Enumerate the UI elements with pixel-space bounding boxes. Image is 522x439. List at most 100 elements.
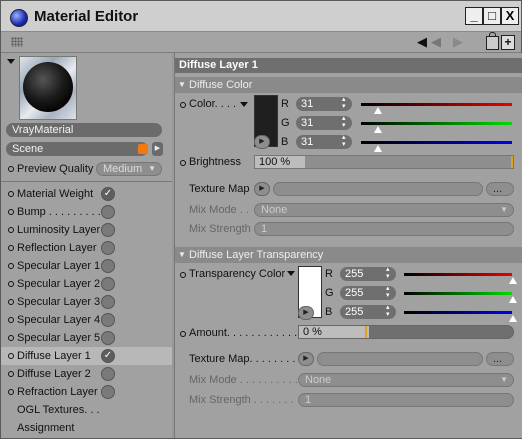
dropdown-arrow-icon: ▼ <box>148 164 156 173</box>
checkbox-icon[interactable] <box>101 385 115 399</box>
channel-row[interactable]: Specular Layer 2 <box>1 275 172 293</box>
transparency-menu-icon[interactable] <box>287 271 295 276</box>
t-r-slider-handle[interactable] <box>509 277 517 284</box>
channel-row[interactable]: Luminosity Layer <box>1 221 172 239</box>
material-preview[interactable] <box>19 56 77 120</box>
texture-map-field[interactable] <box>273 182 483 196</box>
t-r-value-field[interactable]: 255 <box>340 266 396 281</box>
amount-marker <box>365 326 367 338</box>
t-r-slider-track[interactable] <box>404 273 512 276</box>
checkmark-icon[interactable]: ✓ <box>101 349 115 363</box>
transparency-title: Diffuse Layer Transparency <box>189 249 324 261</box>
diffuse-color-section[interactable]: ▼ Diffuse Color <box>175 77 522 93</box>
channel-row[interactable]: Specular Layer 3 <box>1 293 172 311</box>
checkbox-icon[interactable] <box>101 367 115 381</box>
transparency-section[interactable]: ▼ Diffuse Layer Transparency <box>175 247 522 263</box>
checkbox-icon[interactable] <box>101 223 115 237</box>
lock-icon[interactable] <box>486 32 499 50</box>
mix-mode-select[interactable]: None ▼ <box>254 203 514 217</box>
t-mix-strength-field[interactable]: 1 <box>298 393 514 407</box>
color-menu-icon[interactable] <box>240 102 248 107</box>
ogl-textures-row[interactable]: OGL Textures. . . <box>1 401 172 419</box>
checkbox-icon[interactable] <box>101 205 115 219</box>
t-texture-map-arrow-button[interactable]: ▶ <box>298 352 314 366</box>
bullet-icon <box>8 317 14 323</box>
g-slider-track[interactable] <box>361 122 512 125</box>
b-slider-track[interactable] <box>361 141 512 144</box>
preview-menu-icon[interactable] <box>7 59 15 64</box>
texture-map-arrow-button[interactable]: ▶ <box>254 182 270 196</box>
channel-row[interactable]: Reflection Layer <box>1 239 172 257</box>
checkbox-icon[interactable] <box>101 295 115 309</box>
channel-row[interactable]: Diffuse Layer 1 ✓ <box>1 347 172 365</box>
t-g-label: G <box>325 287 334 299</box>
t-g-slider-handle[interactable] <box>509 296 517 303</box>
divider <box>1 181 172 182</box>
checkmark-icon[interactable]: ✓ <box>101 187 115 201</box>
brightness-slider[interactable]: 100 % <box>254 155 514 169</box>
brightness-marker <box>511 156 513 168</box>
channel-row[interactable]: Specular Layer 5 <box>1 329 172 347</box>
b-value-field[interactable]: 31 <box>296 134 352 149</box>
checkbox-icon[interactable] <box>101 277 115 291</box>
amount-value: 0 % <box>299 326 369 338</box>
t-texture-map-field[interactable] <box>317 352 483 366</box>
r-slider-track[interactable] <box>361 103 512 106</box>
channel-row[interactable]: Diffuse Layer 2 <box>1 365 172 383</box>
t-g-value-field[interactable]: 255 <box>340 285 396 300</box>
t-g-slider-track[interactable] <box>404 292 512 295</box>
preview-quality-select[interactable]: Medium ▼ <box>96 162 162 176</box>
b-slider-handle[interactable] <box>374 145 382 152</box>
checkbox-icon[interactable] <box>101 259 115 273</box>
mix-strength-field[interactable]: 1 <box>254 222 514 236</box>
scene-button[interactable]: Scene <box>6 142 148 156</box>
toolbar: ◀ ◀ ▶ + <box>1 32 521 53</box>
title-bar[interactable]: Material Editor _ □ X <box>1 1 521 32</box>
channel-label: Specular Layer 3 <box>17 296 101 308</box>
close-button[interactable]: X <box>501 7 519 25</box>
t-texture-map-browse-button[interactable]: ... <box>486 352 514 366</box>
channel-row[interactable]: Refraction Layer <box>1 383 172 401</box>
r-value-field[interactable]: 31 <box>296 96 352 111</box>
minimize-button[interactable]: _ <box>465 7 483 25</box>
r-slider-handle[interactable] <box>374 107 382 114</box>
transparency-picker-button[interactable]: ▶ <box>298 306 314 320</box>
channel-label: Diffuse Layer 2 <box>17 368 91 380</box>
material-name-field[interactable]: VrayMaterial <box>6 123 162 137</box>
texture-map-browse-button[interactable]: ... <box>486 182 514 196</box>
channel-row[interactable]: Specular Layer 4 <box>1 311 172 329</box>
bullet-icon <box>180 160 186 166</box>
checkbox-icon[interactable] <box>101 313 115 327</box>
channel-row[interactable]: Material Weight ✓ <box>1 185 172 203</box>
amount-slider[interactable]: 0 % <box>298 325 514 339</box>
forward-arrow-icon[interactable]: ▶ <box>453 35 463 49</box>
app-sphere-icon <box>10 9 28 27</box>
t-b-slider-track[interactable] <box>404 311 512 314</box>
grip-icon[interactable] <box>11 37 23 47</box>
color-picker-button[interactable]: ▶ <box>254 135 270 149</box>
bullet-icon <box>180 272 186 278</box>
collapse-arrow-icon: ▼ <box>178 250 186 259</box>
assignment-row[interactable]: Assignment <box>1 419 172 437</box>
channel-label: Specular Layer 5 <box>17 332 101 344</box>
maximize-button[interactable]: □ <box>483 7 501 25</box>
new-panel-icon[interactable]: + <box>501 35 515 50</box>
checkbox-icon[interactable] <box>101 241 115 255</box>
channel-label: Reflection Layer <box>17 242 97 254</box>
bullet-icon <box>8 353 14 359</box>
channel-row[interactable]: Bump . . . . . . . . . <box>1 203 172 221</box>
scene-arrow-icon[interactable]: ▶ <box>152 142 163 156</box>
channel-label: Specular Layer 4 <box>17 314 101 326</box>
g-value-field[interactable]: 31 <box>296 115 352 130</box>
t-mix-mode-select[interactable]: None ▼ <box>298 373 514 387</box>
channel-row[interactable]: Specular Layer 1 <box>1 257 172 275</box>
back-arrow-icon[interactable]: ◀ <box>417 35 427 49</box>
checkbox-icon[interactable] <box>101 331 115 345</box>
channel-label: Specular Layer 2 <box>17 278 101 290</box>
r-label: R <box>281 98 289 110</box>
bullet-icon <box>8 371 14 377</box>
g-slider-handle[interactable] <box>374 126 382 133</box>
channel-label: Diffuse Layer 1 <box>17 350 91 362</box>
t-b-slider-handle[interactable] <box>509 315 517 322</box>
t-b-value-field[interactable]: 255 <box>340 304 396 319</box>
